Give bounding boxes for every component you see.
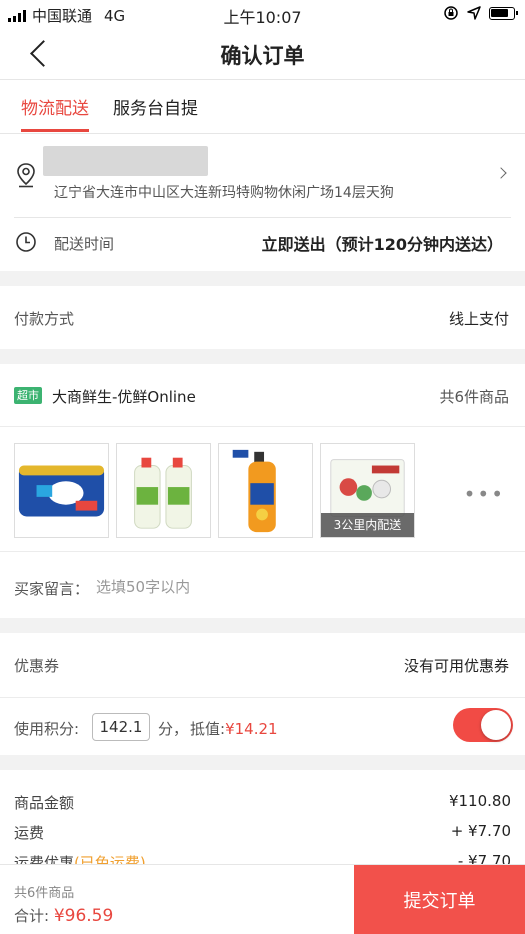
- divider: [0, 697, 525, 698]
- supermarket-badge: 超市: [14, 387, 42, 404]
- recipient-name-redacted: [43, 146, 208, 176]
- buyer-note-input[interactable]: [96, 576, 396, 598]
- points-worth-label: 抵值:: [190, 720, 226, 738]
- store-section: 超市 大商鲜生-优鲜Online 共6件商品 3公里内配送 ••• 买家留言：: [0, 364, 525, 618]
- discount-section: 优惠券 没有可用优惠券 使用积分: 分， 抵值:¥14.21: [0, 633, 525, 755]
- buyer-note-label: 买家留言：: [14, 580, 90, 598]
- nav-bar: 确认订单: [0, 28, 525, 80]
- location-arrow-icon: [467, 6, 481, 20]
- clock-icon: [16, 232, 36, 252]
- address-section[interactable]: 辽宁省大连市中山区大连新玛特购物休闲广场14层天狗 配送时间 立即送出（预计12…: [0, 134, 525, 271]
- total-item-count: 共6件商品: [14, 886, 75, 901]
- more-products-icon[interactable]: •••: [464, 482, 505, 506]
- summary-label: 运费: [14, 824, 45, 842]
- payment-method-value: 线上支付: [448, 310, 509, 328]
- payment-method-row[interactable]: 付款方式 线上支付: [0, 286, 525, 349]
- product-thumbnail-wipes[interactable]: [14, 443, 109, 538]
- delivery-tabs: 物流配送 服务台自提: [0, 80, 525, 134]
- points-label: 使用积分:: [14, 720, 80, 738]
- total-line: 合计: ¥96.59: [14, 905, 113, 926]
- points-worth: 抵值:¥14.21: [190, 718, 278, 739]
- store-name: 大商鲜生-优鲜Online: [52, 388, 196, 406]
- product-thumbnail-detergent[interactable]: [116, 443, 211, 538]
- delivery-range-tag: 3公里内配送: [321, 513, 414, 537]
- total-amount: ¥96.59: [53, 906, 114, 926]
- submit-order-button[interactable]: 提交订单: [354, 865, 525, 934]
- battery-icon: [489, 6, 518, 20]
- summary-value: ¥110.80: [448, 792, 511, 810]
- coupon-label: 优惠券: [14, 657, 60, 675]
- delivery-time-label: 配送时间: [54, 235, 115, 253]
- tab-logistics[interactable]: 物流配送: [21, 94, 89, 132]
- product-list[interactable]: 3公里内配送 •••: [0, 427, 525, 552]
- points-toggle[interactable]: [453, 708, 513, 742]
- store-header: 超市 大商鲜生-优鲜Online 共6件商品: [0, 364, 525, 427]
- page-title: 确认订单: [220, 44, 305, 68]
- delivery-time-value[interactable]: 立即送出（预计120分钟内送达）: [262, 231, 503, 255]
- location-pin-icon: [17, 163, 35, 188]
- divider: [14, 217, 511, 218]
- summary-label: 商品金额: [14, 794, 75, 812]
- total-label: 合计:: [14, 907, 54, 925]
- points-worth-value: ¥14.21: [225, 720, 278, 738]
- points-input[interactable]: [92, 713, 150, 741]
- coupon-value[interactable]: 没有可用优惠券: [404, 655, 509, 676]
- item-count: 共6件商品: [439, 388, 509, 406]
- summary-row-shipping: 运费 + ¥7.70: [14, 822, 511, 843]
- chevron-right-icon: [495, 167, 507, 179]
- summary-value: + ¥7.70: [450, 822, 511, 840]
- product-thumbnail-dish-soap[interactable]: [218, 443, 313, 538]
- summary-row-goods: 商品金额 ¥110.80: [14, 792, 511, 813]
- status-bar: 中国联通 4G 上午10:07: [0, 0, 525, 28]
- lock-rotation-icon: [444, 6, 458, 20]
- points-unit: 分，: [158, 720, 189, 738]
- payment-method-label: 付款方式: [14, 310, 75, 328]
- address-detail: 辽宁省大连市中山区大连新玛特购物休闲广场14层天狗: [54, 185, 394, 201]
- checkout-bar: 共6件商品 合计: ¥96.59 提交订单: [0, 864, 525, 934]
- tab-self-pickup[interactable]: 服务台自提: [113, 94, 198, 119]
- product-thumbnail-dumplings[interactable]: 3公里内配送: [320, 443, 415, 538]
